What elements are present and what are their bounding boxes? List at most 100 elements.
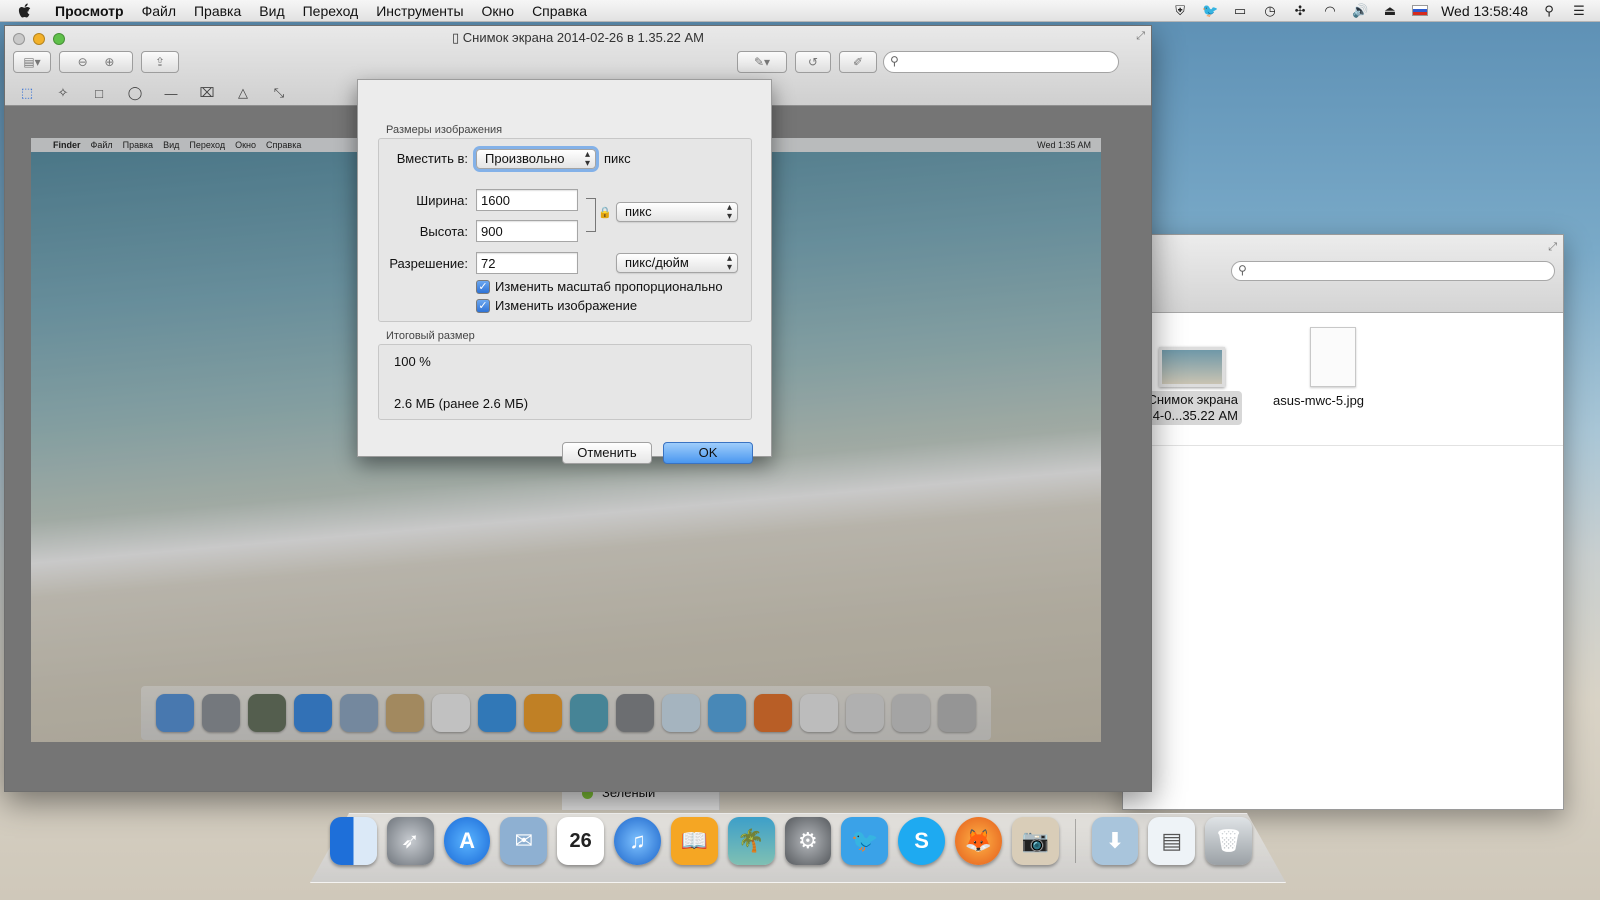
file-name: asus-mwc-5.jpg (1273, 393, 1365, 408)
zoom-out-icon[interactable]: ⊖ (78, 55, 88, 69)
menubar: Просмотр Файл Правка Вид Переход Инструм… (0, 0, 1600, 22)
menu-file[interactable]: Файл (133, 3, 185, 19)
resolution-unit-popup[interactable]: пикс/дюйм ▴ ▾ (616, 253, 738, 273)
chevron-updown-icon: ▴ ▾ (726, 253, 732, 273)
resolution-label: Разрешение: (389, 256, 468, 271)
adjust-color-icon[interactable]: △ (233, 85, 253, 101)
twitter-icon[interactable]: 🐦 (1201, 3, 1219, 19)
fit-into-popup[interactable]: Произвольно ▴ ▾ (476, 149, 596, 169)
file-item-jpg[interactable]: asus-mwc-5.jpg (1273, 327, 1393, 408)
checkmark-icon: ✓ (476, 298, 490, 313)
finder-icon[interactable] (330, 817, 377, 865)
menu-help[interactable]: Справка (523, 3, 596, 19)
document-icon (1310, 327, 1356, 387)
dock: ➶ A ✉ 26 ♫ 📖 🌴 ⚙ 🐦 S 🦊 📷 ⬇ ▤ 🗑 (322, 812, 1252, 870)
twitter-icon[interactable]: 🐦 (841, 817, 889, 865)
selection-icon[interactable]: ⬚ (17, 85, 37, 101)
apple-icon[interactable] (16, 2, 34, 20)
notification-center-icon[interactable]: ☰ (1570, 3, 1588, 19)
menu-app[interactable]: Просмотр (46, 3, 133, 19)
width-label: Ширина: (416, 193, 468, 208)
checkbox-label: Изменить масштаб пропорционально (495, 279, 723, 294)
search-input[interactable]: ⚲ (883, 51, 1119, 73)
group-title: Итоговый размер (386, 330, 475, 342)
system-preferences-icon[interactable]: ⚙ (784, 817, 832, 865)
menu-window[interactable]: Окно (473, 3, 524, 19)
instant-alpha-icon[interactable]: ✧ (53, 85, 73, 101)
documents-stack-icon[interactable]: ▤ (1148, 817, 1196, 865)
shield-icon[interactable]: ⛨ (1171, 3, 1189, 19)
trash-icon[interactable]: 🗑 (1205, 817, 1252, 865)
height-label: Высота: (419, 224, 468, 239)
menu-edit[interactable]: Правка (185, 3, 250, 19)
search-icon: ⚲ (890, 54, 899, 68)
scale-proportionally-checkbox[interactable]: ✓ Изменить масштаб пропорционально (476, 279, 723, 294)
fit-unit-label: пикс (604, 151, 631, 166)
percent-value: 100 % (394, 354, 431, 369)
window-title: ▯ Снимок экрана 2014-02-26 в 1.35.22 AM (452, 30, 704, 45)
zoom-in-icon[interactable]: ⊕ (104, 55, 114, 69)
text-icon[interactable]: ⌧ (197, 85, 217, 101)
share-button[interactable]: ⇪ (141, 51, 179, 73)
menu-go[interactable]: Переход (294, 3, 368, 19)
calendar-icon[interactable]: 26 (557, 817, 605, 865)
fullscreen-icon[interactable]: ⤢ (1548, 241, 1557, 254)
iphoto-icon[interactable]: 🌴 (727, 817, 775, 865)
dimension-unit-popup[interactable]: пикс ▴ ▾ (616, 202, 738, 222)
finder-toolbar: ⤢ ⚲ (1123, 235, 1563, 313)
link-bracket (586, 198, 596, 232)
zoom-controls[interactable]: ⊖ ⊕ (59, 51, 133, 73)
sidebar-toggle-button[interactable]: ▤▾ (13, 51, 51, 73)
divider (1123, 445, 1563, 446)
launchpad-icon[interactable]: ➶ (386, 817, 434, 865)
dock-separator (1074, 819, 1076, 863)
chevron-updown-icon: ▴ ▾ (726, 202, 732, 222)
clock[interactable]: Wed 13:58:48 (1441, 3, 1528, 19)
itunes-icon[interactable]: ♫ (614, 817, 661, 865)
edit-toolbar-button[interactable]: ✐ (839, 51, 877, 73)
spotlight-icon[interactable]: ⚲ (1540, 3, 1558, 19)
checkbox-label: Изменить изображение (495, 298, 638, 313)
volume-icon[interactable]: 🔊 (1351, 3, 1369, 19)
fit-label: Вместить в: (396, 151, 468, 166)
ibooks-icon[interactable]: 📖 (670, 817, 718, 865)
app-store-icon[interactable]: A (443, 817, 491, 865)
height-field[interactable]: 900 (476, 220, 578, 242)
skype-icon[interactable]: S (898, 817, 945, 865)
eject-icon[interactable]: ⏏ (1381, 3, 1399, 19)
file-thumbnail (1159, 347, 1225, 387)
search-icon: ⚲ (1238, 263, 1247, 277)
file-size-value: 2.6 МБ (ранее 2.6 МБ) (394, 396, 529, 411)
firefox-icon[interactable]: 🦊 (954, 817, 1002, 865)
menu-tools[interactable]: Инструменты (367, 3, 472, 19)
annotate-button[interactable]: ✎▾ (737, 51, 787, 73)
rectangle-icon[interactable]: □ (89, 86, 109, 101)
bluetooth-icon[interactable]: ✣ (1291, 3, 1309, 19)
width-field[interactable]: 1600 (476, 189, 578, 211)
oval-icon[interactable]: ◯ (125, 85, 145, 101)
lock-icon[interactable]: 🔒 (598, 206, 612, 219)
checkmark-icon: ✓ (476, 279, 490, 294)
resample-checkbox[interactable]: ✓ Изменить изображение (476, 298, 637, 313)
document-icon: ▯ (452, 30, 463, 45)
time-machine-icon[interactable]: ◷ (1261, 3, 1279, 19)
chevron-updown-icon: ▴ ▾ (584, 149, 590, 169)
group-title: Размеры изображения (386, 124, 503, 136)
mail-icon[interactable]: ✉ (500, 817, 548, 865)
resize-icon[interactable]: ⤡ (269, 85, 289, 101)
finder-search-input[interactable]: ⚲ (1231, 261, 1555, 281)
line-icon[interactable]: — (161, 86, 181, 101)
wifi-icon[interactable]: ◠ (1321, 3, 1339, 19)
menu-view[interactable]: Вид (250, 3, 293, 19)
preview-icon[interactable]: 📷 (1011, 817, 1059, 865)
resolution-field[interactable]: 72 (476, 252, 578, 274)
cancel-button[interactable]: Отменить (562, 442, 652, 464)
airplay-icon[interactable]: ▭ (1231, 3, 1249, 19)
input-language-flag-icon[interactable] (1411, 3, 1429, 19)
fullscreen-icon[interactable]: ⤢ (1136, 30, 1145, 43)
downloads-folder-icon[interactable]: ⬇ (1091, 817, 1139, 865)
image-size-dialog[interactable]: Размеры изображения Вместить в: Произвол… (357, 79, 772, 464)
finder-window[interactable]: ⤢ ⚲ Снимок экрана 2014-0...35.22 AM asus-… (1122, 234, 1564, 810)
rotate-button[interactable]: ↺ (795, 51, 831, 73)
ok-button[interactable]: OK (663, 442, 753, 464)
